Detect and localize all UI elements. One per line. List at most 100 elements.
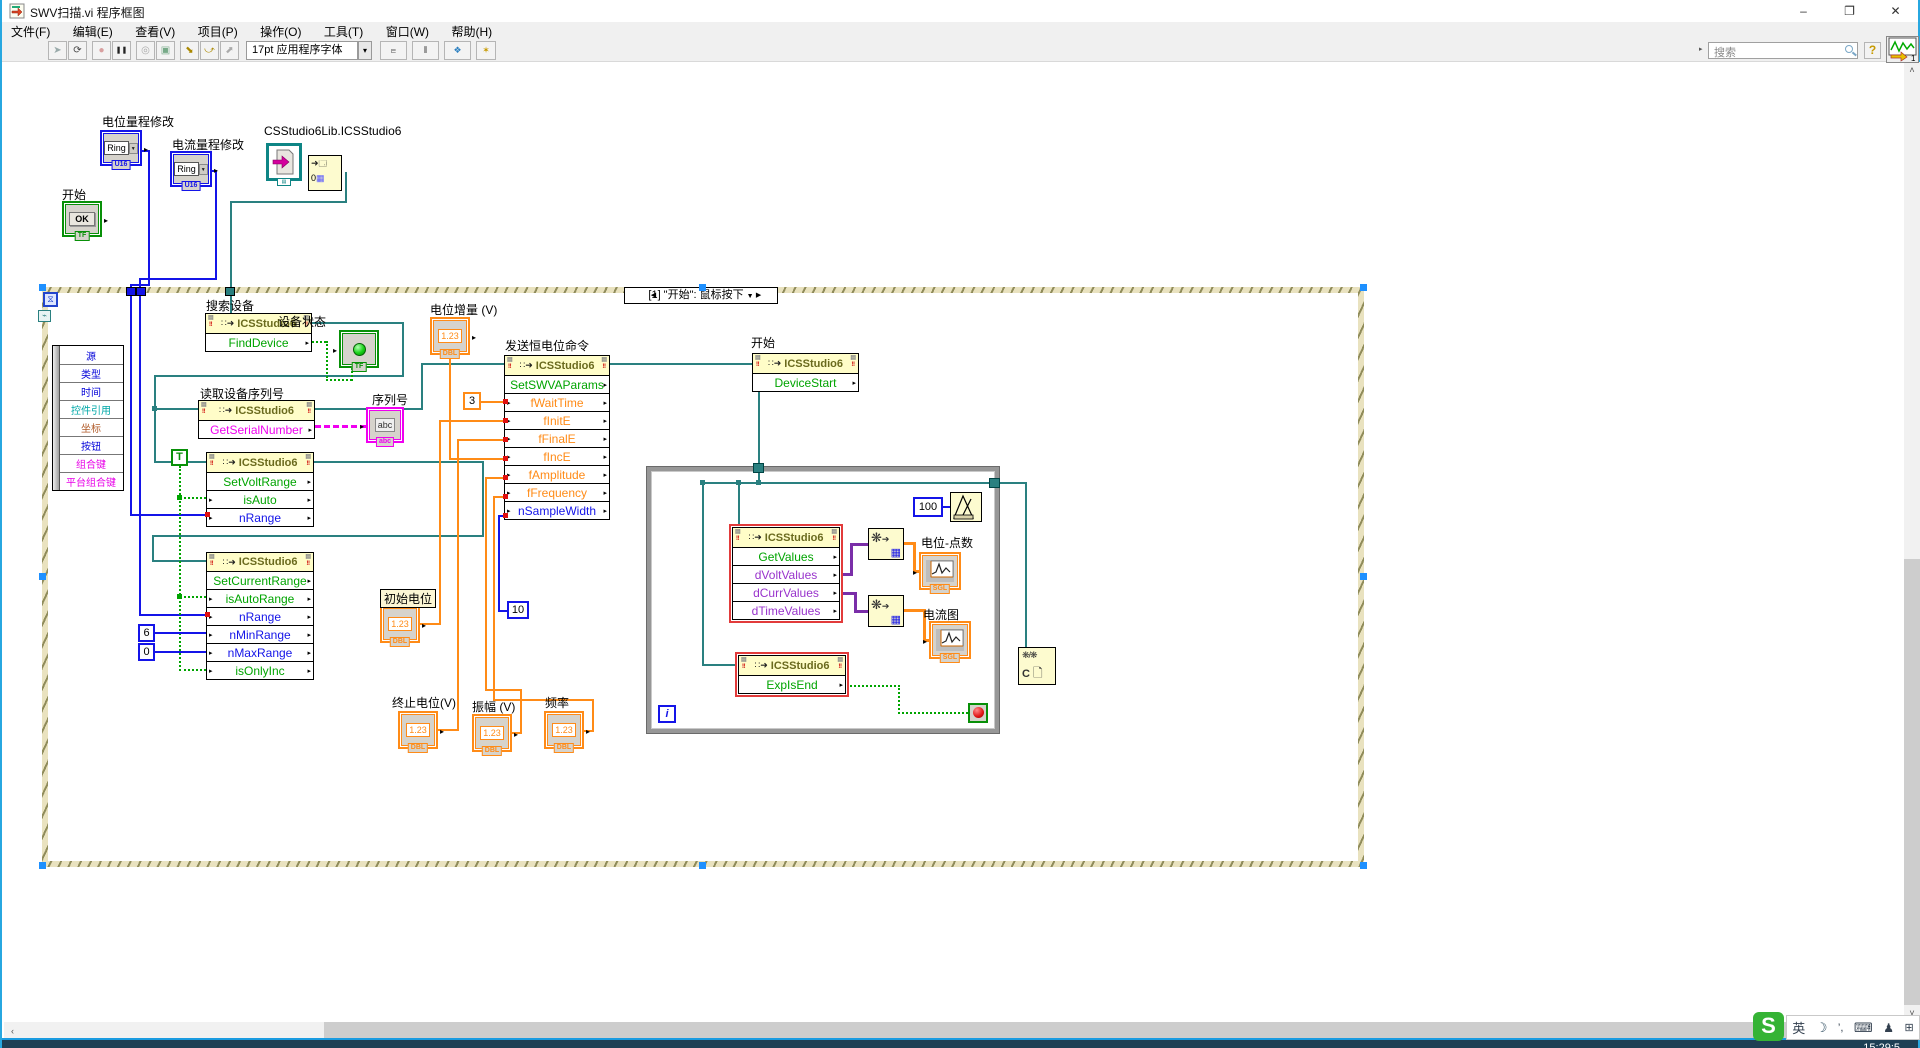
- constant-true[interactable]: T: [171, 449, 188, 466]
- dynamic-event-terminal-icon[interactable]: ⌁: [38, 310, 51, 322]
- variant-to-data-node[interactable]: ❋➔▦: [868, 528, 904, 560]
- labview-window: SWV扫描.vi 程序框图 – ❐ ✕ 文件(F) 编辑(E) 查看(V) 项目…: [0, 0, 1920, 1048]
- ring-terminal-curr-range[interactable]: Ring ▼ U16: [170, 151, 212, 187]
- dbl-terminal-increment[interactable]: 1.23DBL: [430, 317, 470, 355]
- clean-up-diagram-button[interactable]: ✶: [476, 41, 496, 60]
- page-icon: ▤: [305, 554, 311, 561]
- selection-handle[interactable]: [1360, 862, 1367, 869]
- reorder-button[interactable]: ❖: [444, 41, 471, 60]
- data-grid-icon: ▦: [891, 546, 901, 559]
- taskbar[interactable]: 15:29:5: [2, 1040, 1918, 1048]
- prev-case-icon[interactable]: ◀: [648, 288, 658, 303]
- label-amplitude: 振幅 (V): [472, 698, 515, 715]
- dbl-terminal-amplitude[interactable]: 1.23DBL: [472, 714, 512, 752]
- timeout-terminal-icon[interactable]: ⧖: [43, 292, 58, 307]
- graph-terminal-volt-points[interactable]: SGL: [919, 552, 961, 590]
- invoke-node-set-volt-range[interactable]: ▤‼∷➜ICSStudio6▤‼ SetVoltRange isAuto nRa…: [206, 452, 314, 527]
- font-selector-dropdown-icon[interactable]: ▾: [358, 41, 372, 60]
- event-data-node[interactable]: 源 类型 时间 控件引用 坐标 按钮 组合键 平台组合键: [52, 345, 124, 491]
- invoke-icon: ∷➜: [223, 457, 236, 468]
- grid-icon[interactable]: ⊞: [1904, 1021, 1913, 1034]
- close-button[interactable]: ✕: [1873, 0, 1918, 22]
- dbl-terminal-frequency[interactable]: 1.23DBL: [544, 711, 584, 749]
- serial-string-terminal[interactable]: abc abc: [366, 407, 404, 443]
- next-case-icon[interactable]: ▶: [754, 288, 764, 303]
- step-into-button[interactable]: ⬊: [180, 41, 199, 60]
- register-event-callback-node[interactable]: ➜🗔 0▦: [308, 155, 342, 191]
- scroll-up-icon[interactable]: ˄: [1904, 62, 1920, 79]
- step-out-button[interactable]: ⬈: [220, 41, 239, 60]
- selection-handle[interactable]: [39, 284, 46, 291]
- moon-icon[interactable]: ☽: [1816, 1020, 1828, 1036]
- punctuation-icon[interactable]: ’,: [1838, 1022, 1844, 1034]
- invoke-node-device-start[interactable]: ▤‼∷➜ICSStudio6▤‼ DeviceStart: [752, 353, 859, 392]
- abort-button[interactable]: ●: [92, 41, 111, 60]
- variant-to-data-node[interactable]: ❋➔▦: [868, 595, 904, 627]
- constant-sample-width[interactable]: 10: [507, 601, 529, 619]
- invoke-node-get-serial-number[interactable]: ▤‼∷➜ICSStudio6▤‼ GetSerialNumber: [198, 400, 315, 439]
- page-icon: ▤: [209, 554, 215, 561]
- v-scrollbar-thumb[interactable]: [1904, 79, 1920, 559]
- minimize-button[interactable]: –: [1781, 0, 1826, 22]
- graph-terminal-current[interactable]: SGL: [929, 621, 971, 659]
- user-icon[interactable]: ♟: [1883, 1021, 1894, 1035]
- sogou-ime-icon[interactable]: S: [1753, 1012, 1784, 1041]
- search-expand-icon[interactable]: ▸: [1699, 45, 1703, 53]
- close-reference-node[interactable]: ❋/❋ C 🗋: [1018, 647, 1056, 685]
- ime-toolbar[interactable]: 英 ☽ ’, ⌨ ♟ ⊞: [1786, 1015, 1920, 1040]
- loop-iteration-terminal[interactable]: i: [658, 705, 676, 723]
- v-scrollbar[interactable]: ˄ ˅: [1904, 62, 1920, 1022]
- restore-button[interactable]: ❐: [1827, 0, 1872, 22]
- invoke-node-get-values[interactable]: ▤‼∷➜ICSStudio6▤‼ GetValues dVoltValues d…: [732, 527, 840, 620]
- label-device-status: 设备状态: [278, 313, 326, 330]
- selection-handle[interactable]: [39, 573, 46, 580]
- constant-wait-time[interactable]: 3: [463, 392, 481, 410]
- distribute-objects-button[interactable]: ⫴: [412, 41, 439, 60]
- device-status-led-terminal[interactable]: TF: [339, 330, 379, 368]
- selection-handle[interactable]: [699, 284, 706, 291]
- wait-ms-node[interactable]: [950, 492, 982, 522]
- run-button[interactable]: ➤: [48, 41, 67, 60]
- step-over-button[interactable]: ⤻: [200, 41, 219, 60]
- document-icon: 🗋: [1033, 666, 1043, 680]
- tunnel-refnum[interactable]: [225, 287, 235, 296]
- constant-loop-delay[interactable]: 100: [913, 497, 943, 517]
- run-continuous-button[interactable]: ⟳: [68, 41, 87, 60]
- page-icon: ▤: [831, 529, 837, 536]
- highlight-execution-button[interactable]: ◎: [136, 41, 155, 60]
- ime-mode-label[interactable]: 英: [1792, 1018, 1805, 1037]
- tunnel-int[interactable]: [136, 287, 146, 296]
- page-icon: ▤: [735, 529, 741, 536]
- invoke-node-set-current-range[interactable]: ▤‼∷➜ICSStudio6▤‼ SetCurrentRange isAutoR…: [206, 552, 314, 680]
- font-selector[interactable]: 17pt 应用程序字体: [246, 41, 358, 60]
- ring-terminal-volt-range[interactable]: Ring ▼ U16: [100, 130, 142, 166]
- label-current-graph: 电流图: [923, 606, 959, 623]
- pause-button[interactable]: ❚❚: [112, 41, 131, 60]
- help-button[interactable]: ?: [1864, 42, 1881, 59]
- dbl-terminal-final[interactable]: 1.23DBL: [398, 711, 438, 749]
- tunnel-int[interactable]: [126, 287, 136, 296]
- taskbar-clock: 15:29:5: [1863, 1042, 1900, 1048]
- retain-wire-values-button[interactable]: ▣: [156, 41, 175, 60]
- keyboard-icon[interactable]: ⌨: [1854, 1020, 1873, 1036]
- event-field: 组合键: [59, 454, 123, 472]
- constant-n-max-range[interactable]: 0: [138, 643, 155, 661]
- constant-n-min-range[interactable]: 6: [138, 624, 155, 642]
- dotnet-constructor-node[interactable]: ▤: [266, 143, 302, 181]
- invoke-node-exp-is-end[interactable]: ▤‼∷➜ICSStudio6▤‼ ExpIsEnd: [738, 655, 846, 694]
- invoke-node-set-swva-params[interactable]: ▤‼∷➜ICSStudio6▤‼ SetSWVAParams fWaitTime…: [504, 355, 610, 520]
- page-icon: ▤: [209, 454, 215, 461]
- dbl-terminal-init[interactable]: 1.23DBL: [380, 605, 420, 643]
- title-bar: SWV扫描.vi 程序框图 – ❐ ✕: [2, 0, 1918, 22]
- loop-tunnel-refnum[interactable]: [753, 463, 764, 473]
- vi-icon-pane[interactable]: 1: [1886, 36, 1919, 63]
- start-boolean-terminal[interactable]: OK TF: [62, 201, 102, 237]
- selection-handle[interactable]: [1360, 573, 1367, 580]
- selection-handle[interactable]: [39, 862, 46, 869]
- loop-tunnel-refnum[interactable]: [989, 478, 1000, 488]
- align-objects-button[interactable]: ⫢: [380, 41, 407, 60]
- loop-stop-terminal[interactable]: [968, 703, 988, 723]
- selection-handle[interactable]: [699, 862, 706, 869]
- search-input[interactable]: 搜索: [1708, 42, 1858, 59]
- selection-handle[interactable]: [1360, 284, 1367, 291]
